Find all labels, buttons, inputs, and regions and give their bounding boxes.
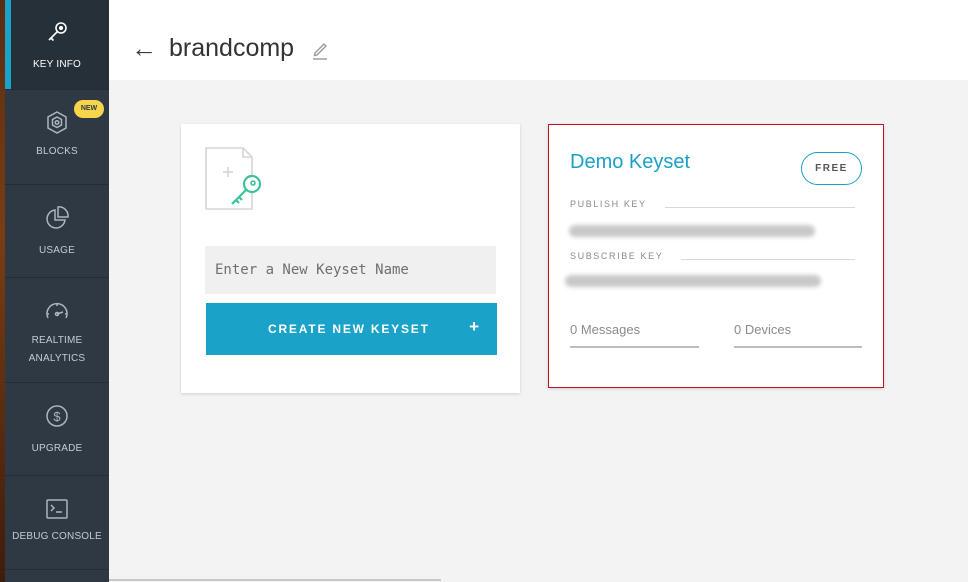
sidebar-item-label: REALTIME ANALYTICS xyxy=(28,335,86,364)
pencil-icon[interactable] xyxy=(311,38,329,60)
key-icon xyxy=(42,17,72,47)
sidebar: KEY INFO BLOCKS USAGE REALTIME ANALYTICS… xyxy=(5,0,109,582)
new-badge: NEW xyxy=(74,100,104,118)
dollar-icon: $ xyxy=(42,401,72,431)
subscribe-key-label: SUBSCRIBE KEY xyxy=(570,251,674,261)
keyset-name-input[interactable] xyxy=(205,246,496,294)
terminal-icon xyxy=(42,494,72,524)
create-new-keyset-button[interactable]: CREATE NEW KEYSET + xyxy=(206,303,497,355)
publish-key-value[interactable] xyxy=(569,225,815,237)
plan-badge: FREE xyxy=(801,152,862,185)
publish-key-label: PUBLISH KEY xyxy=(570,199,657,209)
create-button-label: CREATE NEW KEYSET xyxy=(268,322,430,336)
sidebar-item-upgrade[interactable]: $ UPGRADE xyxy=(5,383,109,476)
sidebar-item-label: DEBUG CONSOLE xyxy=(12,531,102,542)
blocks-icon xyxy=(42,108,72,138)
svg-text:$: $ xyxy=(53,409,61,424)
keyset-name[interactable]: Demo Keyset xyxy=(570,151,690,174)
devices-underline xyxy=(734,346,862,348)
messages-underline xyxy=(570,346,699,348)
scrollbar-track xyxy=(109,579,441,581)
add-keyset-icon xyxy=(205,147,265,211)
subscribe-key-value[interactable] xyxy=(565,275,821,287)
back-arrow-icon[interactable]: ← xyxy=(131,30,157,66)
messages-count: 0 Messages xyxy=(570,322,641,337)
speedometer-icon xyxy=(42,298,72,328)
sidebar-item-debug-console[interactable]: DEBUG CONSOLE xyxy=(5,476,109,570)
page-header: ← brandcomp xyxy=(109,0,968,80)
sidebar-item-label: UPGRADE xyxy=(31,443,83,454)
create-keyset-card: CREATE NEW KEYSET + xyxy=(181,124,520,393)
sidebar-item-usage[interactable]: USAGE xyxy=(5,185,109,278)
pie-chart-icon xyxy=(42,203,72,233)
sidebar-item-realtime-analytics[interactable]: REALTIME ANALYTICS xyxy=(5,278,109,383)
page-title: brandcomp xyxy=(169,34,295,62)
keyset-card[interactable]: Demo Keyset FREE PUBLISH KEY SUBSCRIBE K… xyxy=(548,124,884,388)
divider xyxy=(665,207,855,208)
plus-icon: + xyxy=(469,317,479,336)
sidebar-item-key-info[interactable]: KEY INFO xyxy=(5,0,109,90)
divider xyxy=(681,259,855,260)
sidebar-item-label: BLOCKS xyxy=(36,146,78,157)
sidebar-item-label: USAGE xyxy=(38,245,75,256)
devices-count: 0 Devices xyxy=(734,322,792,337)
sidebar-item-label: KEY INFO xyxy=(32,59,82,70)
